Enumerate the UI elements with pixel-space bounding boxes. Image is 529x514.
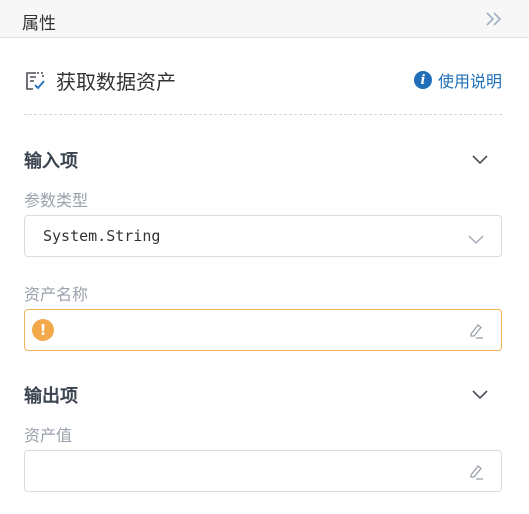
asset-value-field[interactable] [24,450,502,492]
asset-value-label: 资产值 [24,426,73,445]
divider [24,114,502,115]
param-type-value: System.String [43,227,161,245]
asset-name-field[interactable]: ! [24,309,502,351]
asset-name-label: 资产名称 [24,285,89,304]
chevron-down-icon [472,390,488,400]
input-section-toggle[interactable] [470,152,490,166]
param-type-label: 参数类型 [24,191,89,210]
help-link[interactable]: i 使用说明 [413,68,502,92]
panel-header: 属性 [0,0,529,38]
panel-title: 属性 [22,14,56,34]
chevron-down-icon [472,155,488,165]
param-type-select[interactable]: System.String [24,215,502,257]
input-section-title: 输入项 [24,151,78,172]
action-title: 获取数据资产 [56,70,176,94]
exclamation-icon: ! [32,319,54,341]
double-chevron-right-icon [486,12,502,26]
pencil-icon[interactable] [467,321,485,339]
help-label: 使用说明 [437,72,502,91]
data-asset-icon [24,69,48,93]
action-header: 获取数据资产 i 使用说明 [24,66,504,96]
output-section-title: 输出项 [24,386,78,407]
info-icon: i [413,71,432,89]
pencil-icon[interactable] [467,462,485,480]
collapse-panel-button[interactable] [484,10,504,28]
chevron-down-icon [467,231,485,245]
output-section-toggle[interactable] [470,387,490,401]
